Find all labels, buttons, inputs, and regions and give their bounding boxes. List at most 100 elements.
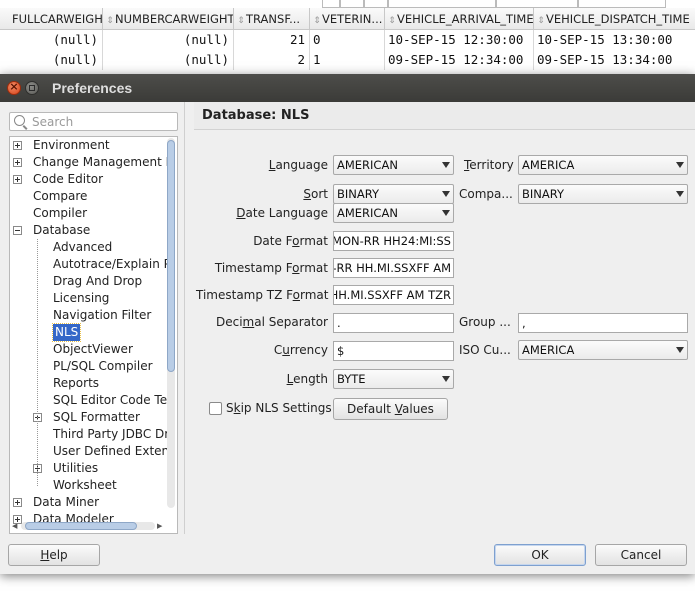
scroll-right-icon[interactable]: ▶: [157, 520, 162, 532]
length-label: Length: [200, 369, 328, 389]
table-row[interactable]: (null) (null) 21 0 10-SEP-15 12:30:00 10…: [0, 30, 695, 50]
chevron-down-icon: [676, 347, 684, 353]
timestamp-format-field[interactable]: DD-MON-RR HH.MI.SSXFF AM: [333, 258, 454, 278]
default-values-button[interactable]: Default Values: [333, 398, 448, 420]
sort-select[interactable]: BINARY: [333, 184, 454, 204]
comparison-select[interactable]: BINARY: [518, 184, 688, 204]
chevron-down-icon: [442, 191, 450, 197]
date-format-label: Date Format: [200, 231, 328, 251]
tree-item-label: Licensing: [53, 291, 110, 305]
dialog-titlebar[interactable]: × Preferences: [0, 74, 695, 102]
column-header-label: FULLCARWEIGHT: [12, 12, 103, 26]
table-cell[interactable]: (null): [0, 30, 103, 50]
label-text: ...: [499, 343, 511, 357]
search-field[interactable]: [9, 112, 178, 131]
table-cell[interactable]: (null): [103, 30, 234, 50]
preferences-tree[interactable]: Environment Change Management P Code Edito…: [9, 136, 178, 534]
currency-field[interactable]: $: [333, 341, 454, 361]
column-header[interactable]: ⇕NUMBERCARWEIGHT: [103, 8, 234, 30]
timestamp-tz-format-field[interactable]: DD-MON-RR HH.MI.SSXFF AM TZR: [333, 285, 454, 305]
skip-nls-checkbox[interactable]: [209, 402, 222, 415]
skip-nls-label[interactable]: Skip NLS Settings: [226, 398, 332, 418]
length-select[interactable]: BYTE: [333, 369, 454, 389]
splitter[interactable]: [184, 102, 187, 534]
table-cell[interactable]: 10-SEP-15 12:30:00: [385, 30, 534, 50]
cancel-button[interactable]: Cancel: [595, 544, 687, 566]
label-text: al Separator: [254, 315, 328, 329]
chevron-down-icon: [442, 210, 450, 216]
currency-label: Currency: [200, 340, 328, 360]
tree-guide-line: [37, 239, 38, 486]
column-header-label: VEHICLE_ARRIVAL_TIME: [397, 12, 534, 26]
column-header-label: TRANSF...: [246, 12, 301, 26]
iso-currency-select[interactable]: AMERICA: [518, 340, 688, 360]
field-value: $: [337, 344, 345, 358]
column-header-label: VEHICLE_DISPATCH_TIME: [546, 12, 690, 26]
label-text: Default: [347, 402, 395, 416]
table-cell[interactable]: 1: [310, 50, 385, 70]
field-value: DD-MON-RR HH24:MI:SS: [333, 234, 451, 248]
tree-item-label: Worksheet: [53, 478, 117, 492]
comparison-label: Compa...: [459, 184, 519, 204]
table-cell[interactable]: (null): [103, 50, 234, 70]
expand-icon[interactable]: [13, 175, 22, 184]
tree-item-label: Compiler: [33, 206, 88, 220]
column-header[interactable]: ⇕TRANSF...: [234, 8, 310, 30]
panel-title: Database: NLS: [194, 102, 695, 130]
tree-item-label: SQL Editor Code Te: [53, 393, 168, 407]
tree-item-label: Database: [33, 223, 91, 237]
close-glyph: ×: [9, 80, 19, 93]
table-cell[interactable]: 2: [234, 50, 310, 70]
scrollbar-thumb[interactable]: [25, 522, 137, 530]
dialog-title: Preferences: [52, 80, 133, 96]
scrollbar-thumb[interactable]: [167, 140, 175, 372]
expand-icon[interactable]: [13, 158, 22, 167]
toolbar-tab: [322, 0, 340, 8]
table-cell[interactable]: 09-SEP-15 12:34:00: [385, 50, 534, 70]
territory-select[interactable]: AMERICA: [518, 155, 688, 175]
label-text: rmat: [299, 288, 329, 302]
table-cell[interactable]: 0: [310, 30, 385, 50]
label-text: Group: [459, 315, 500, 329]
table-cell[interactable]: 10-SEP-15 13:30:00: [534, 30, 695, 50]
tree-item-label: Code Editor: [33, 172, 104, 186]
mnemonic: o: [292, 288, 300, 302]
maximize-icon[interactable]: [25, 81, 39, 95]
table-cell[interactable]: 21: [234, 30, 310, 50]
collapse-icon[interactable]: [13, 226, 22, 235]
column-header[interactable]: ⇕VETERIN...: [310, 8, 385, 30]
help-button[interactable]: Help: [8, 544, 100, 566]
chevron-down-icon: [442, 162, 450, 168]
vertical-scrollbar[interactable]: [165, 138, 176, 508]
sort-icon: ⇕: [237, 16, 245, 26]
date-language-label: Date Language: [200, 203, 328, 223]
group-separator-field[interactable]: ,: [518, 313, 688, 333]
label-text: S: [226, 401, 234, 415]
search-input[interactable]: [32, 114, 172, 129]
date-language-select[interactable]: AMERICAN: [333, 203, 454, 223]
label-text: Compa: [459, 187, 502, 201]
ok-button[interactable]: OK: [494, 544, 586, 566]
expand-icon[interactable]: [13, 498, 22, 507]
expand-icon[interactable]: [13, 141, 22, 150]
close-icon[interactable]: ×: [7, 80, 21, 95]
horizontal-scrollbar[interactable]: ◀ ▶: [11, 520, 166, 532]
mnemonic: o: [292, 261, 300, 275]
table-row[interactable]: (null) (null) 2 1 09-SEP-15 12:34:00 09-…: [0, 50, 695, 70]
column-header[interactable]: ⇕VEHICLE_DISPATCH_TIME: [534, 8, 695, 30]
sort-icon: ⇕: [537, 16, 545, 26]
column-header[interactable]: ⇕VEHICLE_ARRIVAL_TIME: [385, 8, 534, 30]
decimal-separator-field[interactable]: .: [333, 313, 454, 333]
maximize-glyph: [29, 85, 35, 91]
column-header[interactable]: FULLCARWEIGHT: [0, 8, 103, 30]
select-value: AMERICAN: [337, 206, 398, 220]
label-text: ...: [499, 315, 511, 329]
mnemonic: u: [282, 343, 290, 357]
table-cell[interactable]: (null): [0, 50, 103, 70]
chevron-down-icon: [676, 162, 684, 168]
language-select[interactable]: AMERICAN: [333, 155, 454, 175]
table-cell[interactable]: 09-SEP-15 13:34:00: [534, 50, 695, 70]
scroll-left-icon[interactable]: ◀: [12, 520, 17, 532]
date-format-field[interactable]: DD-MON-RR HH24:MI:SS: [333, 231, 454, 251]
label-text: Timestamp TZ F: [196, 288, 293, 302]
